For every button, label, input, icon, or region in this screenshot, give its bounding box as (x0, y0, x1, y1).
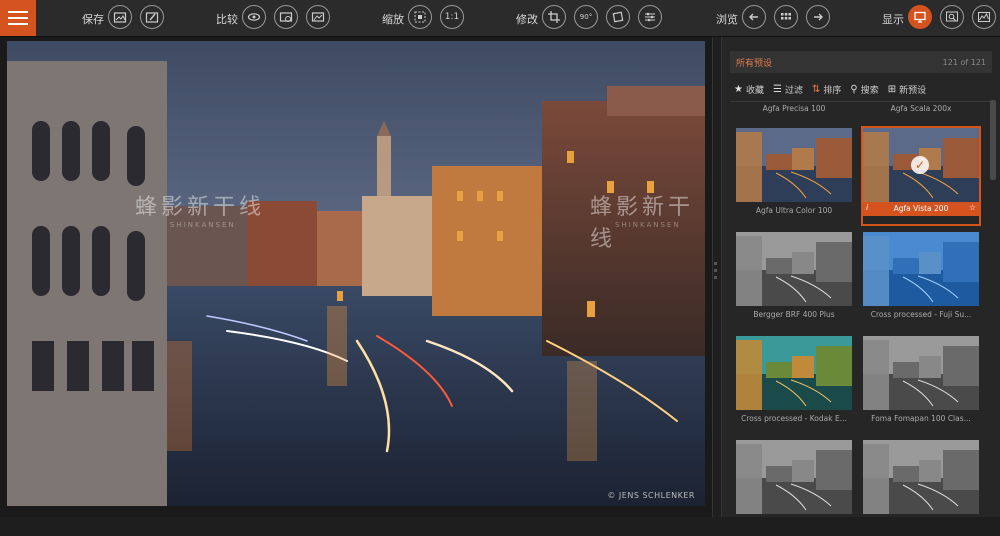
watermark-left-sub: SHINKANSEN (170, 221, 236, 229)
preset-preview-image (863, 440, 979, 514)
filter-button[interactable]: ☰ 过滤 (773, 83, 803, 96)
zoom-100-button[interactable]: 1:1 (440, 5, 464, 29)
preset-preview-image (736, 336, 852, 410)
magnifier-icon (946, 11, 958, 22)
sliders-icon (645, 12, 655, 22)
sort-icon: ⇅ (811, 83, 821, 95)
save-edit-button[interactable] (140, 5, 164, 29)
compare-eye-button[interactable] (242, 5, 266, 29)
divider (730, 101, 992, 102)
top-toolbar: 保存 比较 缩放 1:1 修改 90° 浏览 显示 (0, 0, 1000, 37)
add-image-icon: ⊞ (887, 83, 897, 95)
straighten-button[interactable] (606, 5, 630, 29)
preset-name: Cross processed - Kodak E... (741, 414, 847, 423)
next-button[interactable] (806, 5, 830, 29)
preset-preview-image (736, 440, 852, 514)
new-preset-button[interactable]: ⊞ 新预设 (888, 83, 926, 96)
save-group-label: 保存 (82, 13, 104, 26)
crop-icon (548, 11, 560, 23)
presets-header: 所有预设 121 of 121 (730, 51, 992, 73)
straighten-icon (612, 11, 624, 23)
hamburger-icon (8, 11, 28, 13)
zoom-100-label: 1:1 (444, 12, 460, 22)
display-group-label: 显示 (882, 13, 904, 26)
favorites-button[interactable]: ★ 收藏 (734, 83, 764, 96)
watermark-left: 蜂影新干线 (135, 195, 266, 220)
save-image-icon (113, 12, 127, 23)
compare-split-button[interactable] (274, 5, 298, 29)
presets-scrollbar[interactable] (990, 100, 996, 180)
split-compare-icon (279, 12, 293, 22)
loupe-button[interactable] (940, 5, 964, 29)
photo-viewer: © JENS SCHLENKER 蜂影新干线 SHINKANSEN 蜂影新干线 … (0, 37, 712, 517)
adjust-button[interactable] (638, 5, 662, 29)
info-icon[interactable]: i (866, 203, 868, 212)
search-icon: ⚲ (850, 83, 858, 95)
preset-preview-image (736, 128, 852, 202)
zoom-group-label: 缩放 (382, 13, 404, 26)
presets-title: 所有预设 (736, 58, 773, 69)
image-icon (311, 12, 325, 22)
grid-icon (781, 13, 791, 20)
presets-panel-button[interactable] (908, 5, 932, 29)
photo-credit: © JENS SCHLENKER (607, 491, 695, 500)
crop-button[interactable] (542, 5, 566, 29)
main-photo: © JENS SCHLENKER (7, 41, 705, 506)
preset-thumbnail[interactable] (863, 440, 979, 536)
venice-canal-image (7, 41, 705, 506)
preset-name: Agfa Vista 200 (863, 202, 979, 216)
preset-thumbnail[interactable] (736, 440, 852, 536)
preset-thumbnail[interactable]: Cross processed - Kodak E... (736, 336, 852, 432)
arrow-right-icon (814, 13, 823, 21)
favorite-star-icon[interactable]: ☆ (969, 203, 976, 212)
star-icon: ★ (734, 83, 743, 95)
preset-name: Cross processed - Fuji Su... (870, 310, 972, 319)
fit-screen-icon (414, 11, 426, 23)
preset-name: Bergger BRF 400 Plus (753, 310, 835, 319)
watermark-right-sub: SHINKANSEN (615, 221, 681, 229)
histogram-button[interactable] (972, 5, 996, 29)
modify-group-label: 修改 (516, 13, 538, 26)
preset-thumbnail[interactable]: Agfa Ultra Color 100 (736, 128, 852, 224)
preset-preview-image (863, 232, 979, 306)
selected-check-icon: ✓ (911, 156, 929, 174)
compare-original-button[interactable] (306, 5, 330, 29)
presets-panel: 所有预设 121 of 121 ★ 收藏 ☰ 过滤 ⇅ 排序 ⚲ 搜索 ⊞ 新预设 Agf… (722, 37, 1000, 517)
rotate-90-label: 90° (579, 13, 593, 21)
zoom-fit-button[interactable] (408, 5, 432, 29)
preset-thumbnail[interactable]: Cross processed - Fuji Su... (863, 232, 979, 328)
sort-button[interactable]: ⇅ 排序 (812, 83, 841, 96)
grid-view-button[interactable] (774, 5, 798, 29)
menu-button[interactable] (0, 0, 36, 36)
rotate-button[interactable]: 90° (574, 5, 598, 29)
preset-thumbnail[interactable]: Bergger BRF 400 Plus (736, 232, 852, 328)
preset-name: Agfa Ultra Color 100 (755, 206, 833, 215)
search-button[interactable]: ⚲ 搜索 (850, 83, 878, 96)
arrow-left-icon (749, 13, 758, 21)
preset-thumbnail[interactable]: Agfa Vista 200 ✓ i ☆ (861, 126, 981, 226)
resize-grip-icon (714, 262, 717, 279)
previous-button[interactable] (742, 5, 766, 29)
preset-thumbnail[interactable]: Foma Fomapan 100 Clas... (863, 336, 979, 432)
list-icon: ☰ (772, 83, 782, 95)
monitor-icon (914, 11, 926, 23)
edit-image-icon (145, 12, 159, 23)
preset-preview-image (863, 336, 979, 410)
compare-group-label: 比较 (216, 13, 238, 26)
preset-preview-image (736, 232, 852, 306)
save-image-button[interactable] (108, 5, 132, 29)
preset-name: Foma Fomapan 100 Clas... (871, 414, 971, 423)
browse-group-label: 浏览 (716, 13, 738, 26)
eye-icon (247, 13, 261, 21)
preset-label-agfa-scala[interactable]: Agfa Scala 200x (863, 104, 979, 113)
presets-count: 121 of 121 (942, 57, 986, 67)
histogram-icon (978, 12, 990, 22)
preset-label-agfa-precisa[interactable]: Agfa Precisa 100 (736, 104, 852, 113)
presets-filter-bar: ★ 收藏 ☰ 过滤 ⇅ 排序 ⚲ 搜索 ⊞ 新预设 (734, 81, 994, 97)
